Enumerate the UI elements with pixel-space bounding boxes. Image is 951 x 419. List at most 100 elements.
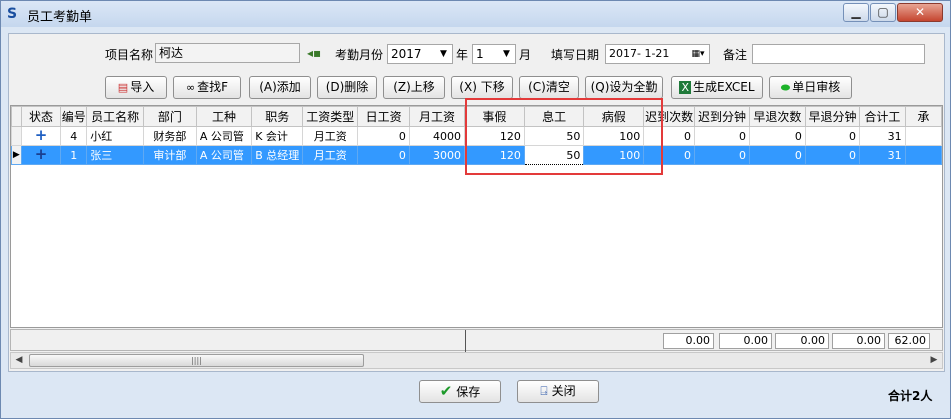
col-dept[interactable]: 部门 xyxy=(142,106,197,127)
worktype-cell[interactable]: A 公司管 xyxy=(195,126,253,146)
note-label: 备注 xyxy=(723,48,748,62)
paytype-cell[interactable]: 月工资 xyxy=(302,145,359,165)
col-worktype[interactable]: 工种 xyxy=(195,106,253,127)
total-people: 合计2人 xyxy=(888,389,933,403)
horizontal-scrollbar[interactable]: ◀ |||| ▶ xyxy=(10,352,943,369)
col-paytype[interactable]: 工资类型 xyxy=(302,106,359,127)
delete-button[interactable]: (D)删除 xyxy=(317,76,377,99)
early-minutes-cell[interactable]: 0 xyxy=(804,126,861,146)
month-label: 考勤月份 xyxy=(335,48,384,62)
date-picker[interactable]: 2017- 1-21 ▦▾ xyxy=(605,44,710,64)
name-cell[interactable]: 张三 xyxy=(86,145,144,165)
col-daily-wage[interactable]: 日工资 xyxy=(357,106,410,127)
export-excel-button[interactable]: X 生成EXCEL xyxy=(671,76,763,99)
title-bar[interactable]: S 员工考勤单 ▁ ▢ ✕ xyxy=(1,1,950,27)
dept-cell[interactable]: 审计部 xyxy=(142,145,197,165)
move-up-button[interactable]: (Z)上移 xyxy=(383,76,445,99)
id-cell[interactable]: 4 xyxy=(60,126,88,146)
save-button[interactable]: ✔ 保存 xyxy=(419,380,501,403)
scroll-left-icon[interactable]: ◀ xyxy=(11,353,27,368)
chevron-down-icon: ▼ xyxy=(440,49,447,59)
monthly-wage-cell[interactable]: 3000 xyxy=(408,145,466,165)
calendar-icon: ▦▾ xyxy=(691,49,705,59)
month-suffix: 月 xyxy=(519,48,532,62)
col-position[interactable]: 职务 xyxy=(251,106,304,127)
extra-cell[interactable] xyxy=(904,145,942,165)
worktype-cell[interactable]: A 公司管 xyxy=(195,145,253,165)
date-value: 2017- 1-21 xyxy=(609,47,670,60)
name-cell[interactable]: 小红 xyxy=(86,126,144,146)
month-value: 1 xyxy=(476,47,484,61)
exit-door-icon: ⍈ xyxy=(540,384,548,398)
checkmark-icon: ✔ xyxy=(439,382,453,400)
col-status[interactable]: 状态 xyxy=(20,106,62,127)
total-work-cell[interactable]: 31 xyxy=(859,126,906,146)
col-monthly-wage[interactable]: 月工资 xyxy=(408,106,466,127)
year-suffix: 年 xyxy=(456,48,469,62)
early-count-cell[interactable]: 0 xyxy=(748,145,806,165)
status-cell[interactable]: + xyxy=(20,126,62,146)
project-picker-icon[interactable]: ◂▪ xyxy=(307,46,321,60)
summary-divider xyxy=(465,330,466,352)
year-select[interactable]: 2017 ▼ xyxy=(387,44,453,64)
window-title: 员工考勤单 xyxy=(27,10,93,25)
late-minutes-cell[interactable]: 0 xyxy=(693,145,750,165)
status-cell[interactable]: + xyxy=(20,145,62,165)
set-full-attendance-button[interactable]: (Q)设为全勤 xyxy=(585,76,663,99)
id-cell[interactable]: 1 xyxy=(60,145,88,165)
early-count-cell[interactable]: 0 xyxy=(748,126,806,146)
import-button[interactable]: ▤ 导入 xyxy=(105,76,167,99)
summary-bar: 0.00 0.00 0.00 0.00 62.00 xyxy=(10,329,943,352)
plus-icon: + xyxy=(34,145,48,163)
attendance-window: S 员工考勤单 ▁ ▢ ✕ 项目名称 柯达 ◂▪ 考勤月份 2017 ▼ 年 1… xyxy=(0,0,951,419)
close-button[interactable]: ⍈ 关闭 xyxy=(517,380,599,403)
find-button[interactable]: ∞ 查找F xyxy=(173,76,241,99)
close-window-button[interactable]: ✕ xyxy=(897,3,943,22)
col-total-work[interactable]: 合计工 xyxy=(859,106,906,127)
position-cell[interactable]: K 会计 xyxy=(251,126,304,146)
position-cell[interactable]: B 总经理 xyxy=(251,145,304,165)
plus-icon: + xyxy=(34,126,48,144)
early-minutes-cell[interactable]: 0 xyxy=(804,145,861,165)
col-name[interactable]: 员工名称 xyxy=(86,106,144,127)
sum-early-count: 0.00 xyxy=(775,333,829,349)
daily-wage-cell[interactable]: 0 xyxy=(357,145,410,165)
row-indicator xyxy=(11,126,22,146)
excel-icon: X xyxy=(679,81,691,94)
note-field[interactable] xyxy=(752,44,925,64)
project-field[interactable]: 柯达 xyxy=(155,43,300,63)
green-pill-icon: ⬬ xyxy=(780,81,791,94)
month-select[interactable]: 1 ▼ xyxy=(472,44,516,64)
scroll-thumb[interactable]: |||| xyxy=(29,354,364,367)
col-early-count[interactable]: 早退次数 xyxy=(748,106,806,127)
chevron-down-icon: ▼ xyxy=(503,49,510,59)
paytype-cell[interactable]: 月工资 xyxy=(302,126,359,146)
header-indicator xyxy=(11,106,22,127)
scroll-right-icon[interactable]: ▶ xyxy=(926,353,942,368)
minimize-button[interactable]: ▁ xyxy=(843,3,869,22)
move-down-button[interactable]: (X) 下移 xyxy=(451,76,513,99)
highlight-box xyxy=(465,98,663,175)
current-row-arrow-icon: ▶ xyxy=(11,145,22,165)
col-id[interactable]: 编号 xyxy=(60,106,88,127)
late-minutes-cell[interactable]: 0 xyxy=(693,126,750,146)
app-s-icon: S xyxy=(7,6,18,22)
sum-total: 62.00 xyxy=(888,333,930,349)
sum-late-count: 0.00 xyxy=(663,333,714,349)
maximize-button[interactable]: ▢ xyxy=(870,3,896,22)
monthly-wage-cell[interactable]: 4000 xyxy=(408,126,466,146)
daily-wage-cell[interactable]: 0 xyxy=(357,126,410,146)
import-icon: ▤ xyxy=(117,81,129,94)
daily-review-button[interactable]: ⬬ 单日审核 xyxy=(769,76,852,99)
col-extra[interactable]: 承 xyxy=(904,106,942,127)
sum-early-minutes: 0.00 xyxy=(832,333,885,349)
total-work-cell[interactable]: 31 xyxy=(859,145,906,165)
extra-cell[interactable] xyxy=(904,126,942,146)
col-late-minutes[interactable]: 迟到分钟 xyxy=(693,106,750,127)
binoculars-icon: ∞ xyxy=(185,81,196,94)
dept-cell[interactable]: 财务部 xyxy=(142,126,197,146)
add-button[interactable]: (A)添加 xyxy=(249,76,311,99)
clear-button[interactable]: (C)清空 xyxy=(519,76,579,99)
col-early-minutes[interactable]: 早退分钟 xyxy=(804,106,861,127)
project-label: 项目名称 xyxy=(105,48,154,62)
